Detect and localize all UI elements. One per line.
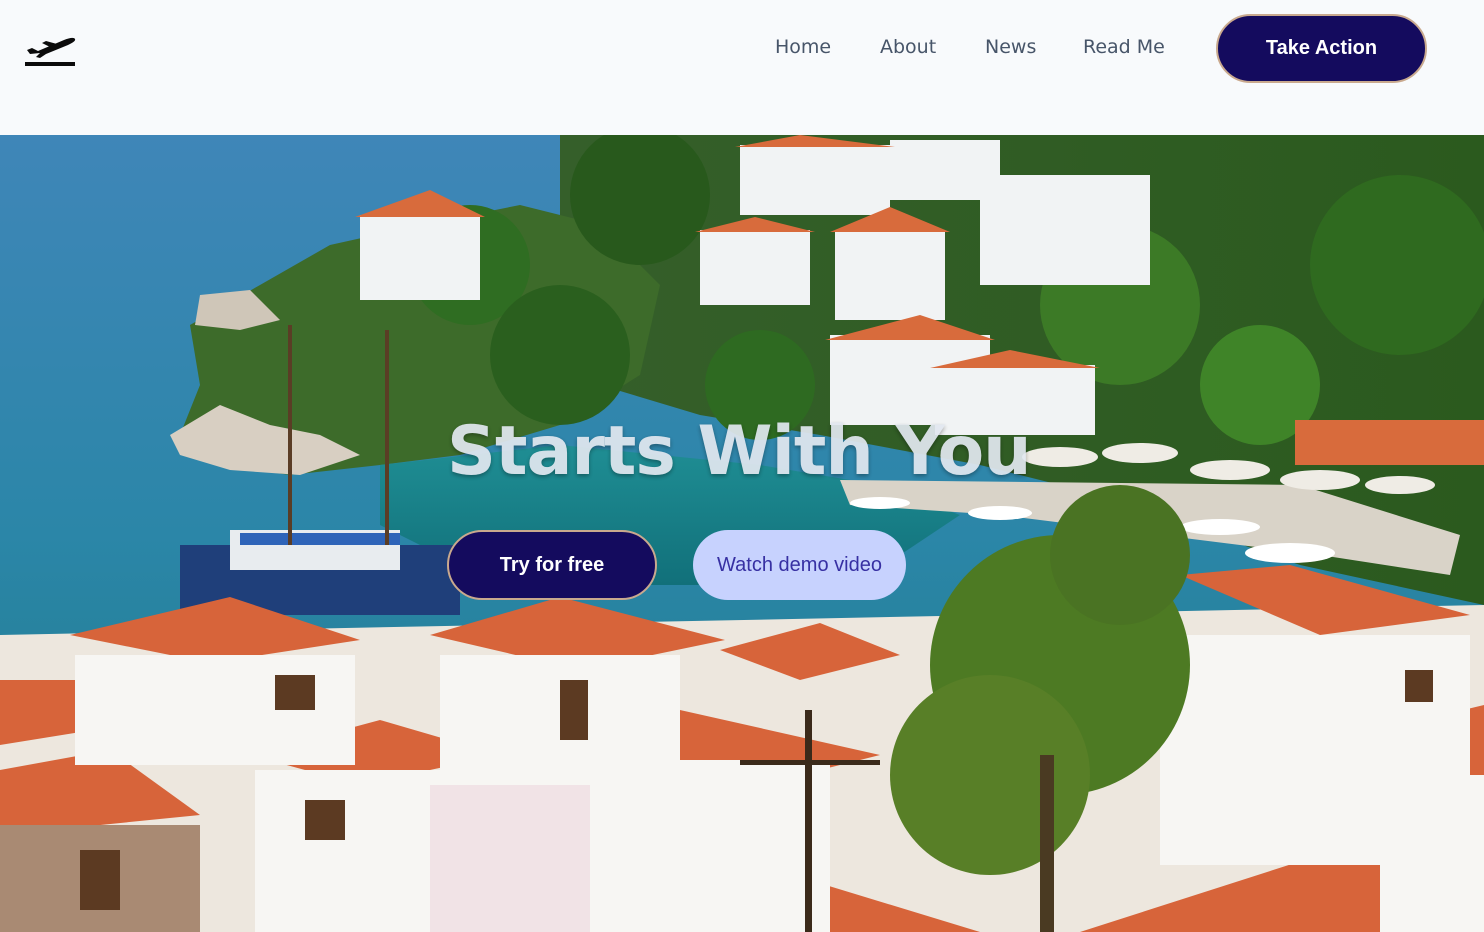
take-action-button[interactable]: Take Action [1216,14,1427,83]
hero-title: Starts With You [447,412,1032,491]
airplane-departure-icon[interactable] [24,28,78,68]
try-for-free-button[interactable]: Try for free [447,530,657,600]
nav-link-about[interactable]: About [880,36,936,58]
site-header: Home About News Read Me Take Action [0,0,1484,135]
hero-section: Starts With You Try for free Watch demo … [0,135,1484,932]
nav-link-home[interactable]: Home [775,36,831,58]
watch-demo-video-button[interactable]: Watch demo video [693,530,906,600]
nav-link-read-me[interactable]: Read Me [1083,36,1165,58]
nav-link-news[interactable]: News [985,36,1036,58]
